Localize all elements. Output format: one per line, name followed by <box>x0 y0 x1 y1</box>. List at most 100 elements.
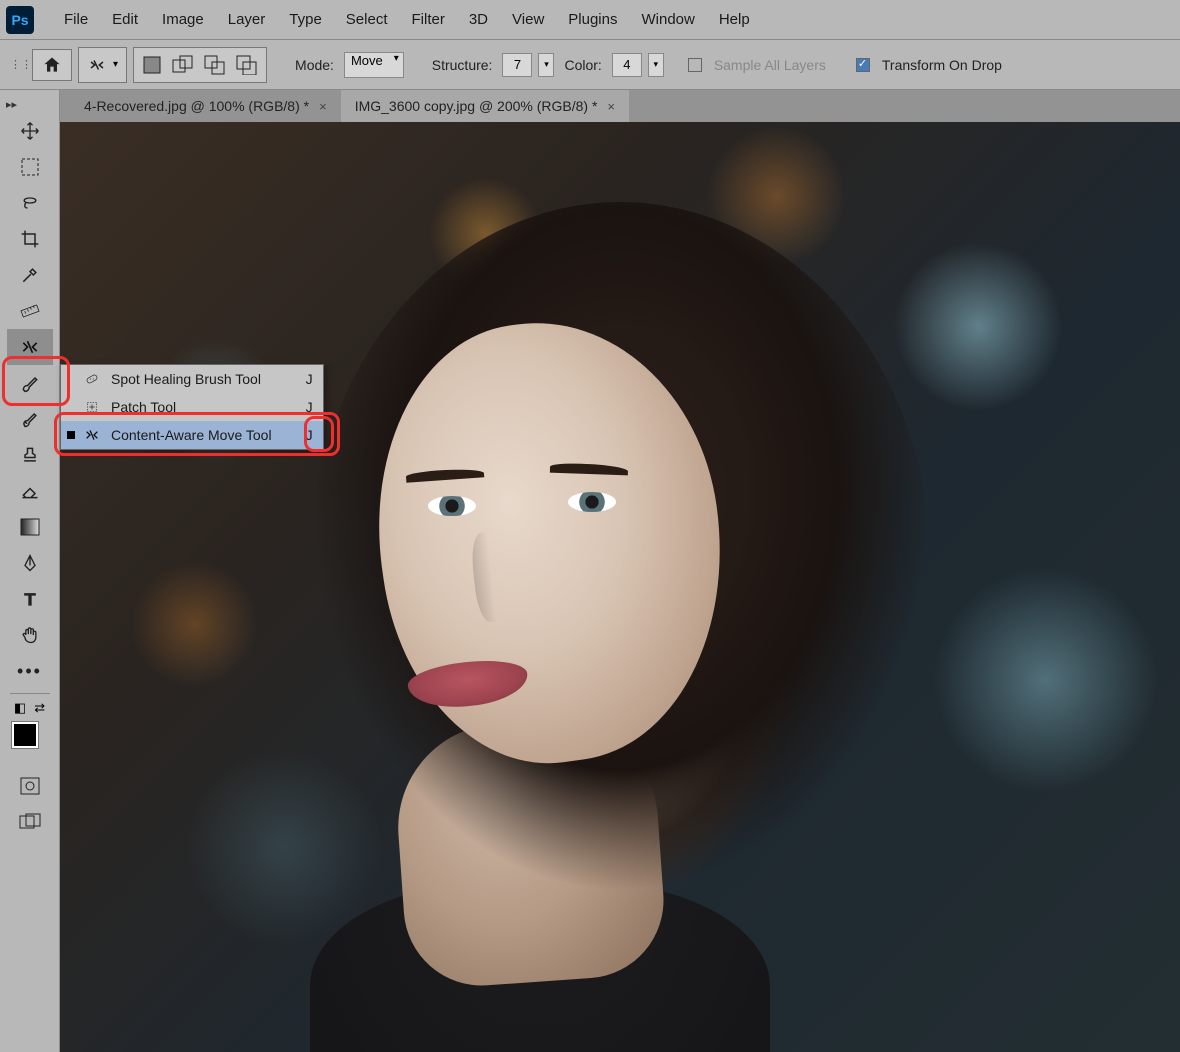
color-stepper[interactable]: ▾ <box>648 53 664 77</box>
ruler-icon <box>19 301 41 321</box>
close-icon[interactable]: × <box>319 99 327 114</box>
home-icon <box>41 55 63 75</box>
type-icon <box>20 589 40 609</box>
tools-panel: ▸▸ ••• ◧ ⇄ <box>0 90 60 1052</box>
menu-3d[interactable]: 3D <box>457 11 500 28</box>
eyedropper-tool[interactable] <box>7 257 53 293</box>
chevron-down-icon[interactable]: ▾ <box>113 59 118 70</box>
lasso-tool[interactable] <box>7 185 53 221</box>
pen-icon <box>20 553 40 573</box>
move-arrows-icon <box>19 337 41 357</box>
brush-tool[interactable] <box>7 365 53 401</box>
menu-plugins[interactable]: Plugins <box>556 11 629 28</box>
menu-select[interactable]: Select <box>334 11 400 28</box>
toolbar-expand[interactable]: ▸▸ <box>0 96 23 113</box>
stamp-icon <box>20 445 40 465</box>
ruler-tool[interactable] <box>7 293 53 329</box>
menu-window[interactable]: Window <box>629 11 706 28</box>
foreground-swatch[interactable] <box>12 722 38 748</box>
document-tabs: 4-Recovered.jpg @ 100% (RGB/8) * × IMG_3… <box>0 90 1180 122</box>
color-label: Color: <box>564 57 601 73</box>
document-tab[interactable]: 4-Recovered.jpg @ 100% (RGB/8) * × <box>70 90 341 122</box>
brush-icon <box>20 373 40 393</box>
swatch-controls: ◧ ⇄ <box>14 698 45 718</box>
selection-subtract-icon[interactable] <box>204 55 226 75</box>
flyout-label: Spot Healing Brush Tool <box>111 371 261 387</box>
menu-view[interactable]: View <box>500 11 556 28</box>
transform-label: Transform On Drop <box>882 57 1002 73</box>
stamp-tool[interactable] <box>7 437 53 473</box>
hand-icon <box>19 625 41 645</box>
screen-mode-icon <box>19 813 41 831</box>
menu-image[interactable]: Image <box>150 11 216 28</box>
image-content <box>60 122 1180 1052</box>
screen-mode-tool[interactable] <box>7 804 53 840</box>
gradient-tool[interactable] <box>7 509 53 545</box>
more-tools[interactable]: ••• <box>7 653 53 689</box>
structure-input[interactable]: 7 <box>502 53 532 77</box>
menu-bar: Ps File Edit Image Layer Type Select Fil… <box>0 0 1180 40</box>
flyout-item-content-aware-move[interactable]: Content-Aware Move Tool J <box>61 421 323 449</box>
eraser-icon <box>20 481 40 501</box>
crop-icon <box>20 229 40 249</box>
menu-layer[interactable]: Layer <box>216 11 278 28</box>
document-tab[interactable]: IMG_3600 copy.jpg @ 200% (RGB/8) * × <box>341 90 629 122</box>
menu-type[interactable]: Type <box>277 11 334 28</box>
crop-tool[interactable] <box>7 221 53 257</box>
tool-preset-group: ▾ <box>78 47 127 83</box>
quick-mask-tool[interactable] <box>7 768 53 804</box>
ellipsis-icon: ••• <box>17 661 42 682</box>
selection-mode-group <box>133 47 267 83</box>
selection-intersect-icon[interactable] <box>236 55 258 75</box>
swap-colors-icon[interactable]: ⇄ <box>34 700 45 716</box>
app-logo: Ps <box>6 6 34 34</box>
flyout-label: Patch Tool <box>111 399 176 415</box>
pen-tool[interactable] <box>7 545 53 581</box>
mode-select[interactable]: Move <box>344 52 404 78</box>
sample-all-label: Sample All Layers <box>714 57 826 73</box>
move-arrows-icon <box>83 427 101 443</box>
content-aware-move-tool[interactable] <box>7 329 53 365</box>
color-swatches[interactable] <box>12 722 48 758</box>
home-button[interactable] <box>32 49 72 81</box>
flyout-item-spot-healing[interactable]: Spot Healing Brush Tool J <box>61 365 323 393</box>
menu-filter[interactable]: Filter <box>400 11 457 28</box>
menu-file[interactable]: File <box>52 11 100 28</box>
transform-checkbox[interactable] <box>856 58 870 72</box>
move-tool[interactable] <box>7 113 53 149</box>
eraser-tool[interactable] <box>7 473 53 509</box>
move-arrows-icon <box>87 56 107 74</box>
flyout-shortcut: J <box>282 371 313 387</box>
menu-edit[interactable]: Edit <box>100 11 150 28</box>
mode-label: Mode: <box>295 57 334 73</box>
close-icon[interactable]: × <box>607 99 615 114</box>
eyedropper-icon <box>20 265 40 285</box>
mixer-brush-icon <box>20 409 40 429</box>
flyout-label: Content-Aware Move Tool <box>111 427 272 443</box>
menu-help[interactable]: Help <box>707 11 762 28</box>
selection-new-icon[interactable] <box>142 55 162 75</box>
hand-tool[interactable] <box>7 617 53 653</box>
flyout-shortcut: J <box>282 427 313 443</box>
options-drag-handle[interactable]: ⋮⋮ <box>10 58 26 71</box>
selection-add-icon[interactable] <box>172 55 194 75</box>
color-input[interactable]: 4 <box>612 53 642 77</box>
marquee-tool[interactable] <box>7 149 53 185</box>
tab-label: 4-Recovered.jpg @ 100% (RGB/8) * <box>84 98 309 114</box>
selected-marker-icon <box>67 431 75 439</box>
structure-stepper[interactable]: ▾ <box>538 53 554 77</box>
structure-label: Structure: <box>432 57 493 73</box>
tool-flyout: Spot Healing Brush Tool J Patch Tool J C… <box>60 364 324 450</box>
document-canvas[interactable] <box>60 122 1180 1052</box>
flyout-shortcut: J <box>282 399 313 415</box>
sample-all-checkbox[interactable] <box>688 58 702 72</box>
flyout-item-patch[interactable]: Patch Tool J <box>61 393 323 421</box>
default-colors-icon[interactable]: ◧ <box>14 700 26 716</box>
type-tool[interactable] <box>7 581 53 617</box>
options-bar: ⋮⋮ ▾ Mode: Move Structure: 7 ▾ Color: 4 … <box>0 40 1180 90</box>
gradient-icon <box>20 518 40 536</box>
mixer-brush-tool[interactable] <box>7 401 53 437</box>
lasso-icon <box>19 193 41 213</box>
patch-icon <box>83 399 101 415</box>
quick-mask-icon <box>20 777 40 795</box>
